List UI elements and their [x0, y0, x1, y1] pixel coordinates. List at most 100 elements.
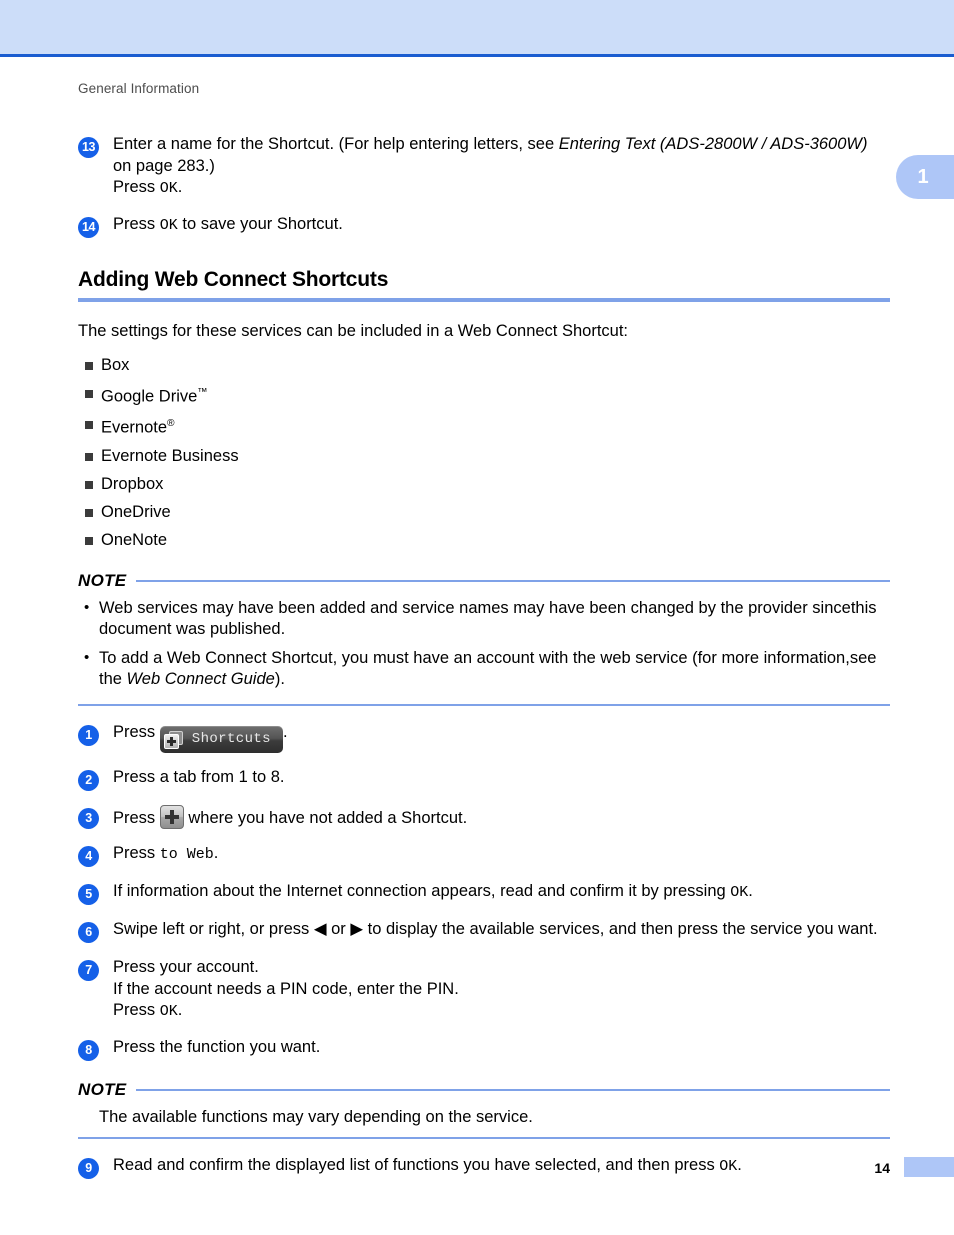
text-run: If the account needs a PIN code, enter t…: [113, 979, 459, 998]
numbered-step: 13 Enter a name for the Shortcut. (For he…: [78, 134, 890, 200]
service-name: Dropbox: [101, 474, 164, 493]
lcd-key-text: OK: [159, 1003, 178, 1020]
text-line: Web services may have been added and ser…: [99, 599, 851, 617]
note-one-rule: [136, 579, 890, 582]
chapter-tab-number: 1: [917, 165, 929, 188]
shortcuts-button[interactable]: Shortcuts: [159, 725, 283, 753]
step-body: Press Shortcuts.: [113, 722, 890, 753]
lcd-key-text: OK: [159, 180, 178, 197]
registered-trademark-icon: ®: [167, 418, 175, 429]
text-run: .: [177, 178, 183, 196]
numbered-step: 14 Press OK to save your Shortcut.: [78, 214, 890, 238]
text-run: to save your Shortcut.: [177, 214, 343, 233]
step-body: Press the function you want.: [113, 1037, 890, 1059]
text-run: .: [282, 722, 288, 741]
text-line: If information about the Internet connec…: [113, 881, 890, 904]
numbered-step: 6 Swipe left or right, or press ◀ or ▶ to…: [78, 919, 890, 943]
text-line: Press OK to save your Shortcut.: [113, 214, 890, 237]
text-line: Press Shortcuts.: [113, 722, 890, 753]
text-run: .: [737, 1156, 742, 1174]
text-line: Read and confirm the displayed list of f…: [113, 1155, 890, 1178]
text-line: Enter a name for the Shortcut. (For help…: [113, 134, 890, 156]
text-run: Enter a name for the Shortcut. (For help…: [113, 135, 559, 153]
page-content: 1 3 Enter a name for the Shortcut. (For he…: [78, 0, 890, 1193]
numbered-step: 1 Press Shortcuts.: [78, 722, 890, 753]
page-number: 14: [874, 1160, 890, 1176]
text-run: to display the available services, and t…: [363, 920, 878, 938]
steps-group-tail: 9 Read and confirm the displayed list of …: [78, 1155, 890, 1179]
list-item: Evernote Business: [78, 442, 890, 470]
square-bullet-icon: [85, 452, 93, 461]
text-run: Web services may have been added and ser…: [99, 598, 851, 617]
service-list: Box Google Drive™ Evernote® Evernote Busine…: [78, 351, 890, 554]
text-run: If information about the Internet connec…: [113, 882, 731, 900]
section-intro: The settings for these services can be i…: [78, 321, 628, 340]
step-body: Press OK to save your Shortcut.: [113, 214, 890, 237]
step-number-badge: 5: [78, 884, 99, 905]
step-number-badge: 1: [78, 724, 99, 746]
square-bullet-icon: [85, 480, 93, 489]
text-run: Press: [113, 808, 160, 827]
text-line: Press the function you want.: [113, 1037, 890, 1059]
list-item: Dropbox: [78, 470, 890, 498]
lcd-key-text: OK: [159, 216, 178, 234]
text-run: Swipe left or right, or press: [113, 920, 314, 938]
service-name: OneNote: [101, 530, 168, 549]
note-one-header: NOTE: [78, 569, 890, 593]
note-two-rule: [136, 1088, 890, 1091]
steps-group-main: 1 Press Shortcuts. 2 Press a tab from 1 to …: [78, 722, 890, 1061]
numbered-step: 2 Press a tab from 1 to 8.: [78, 767, 890, 791]
square-bullet-icon: [85, 421, 93, 429]
text-line: Press your account.: [113, 957, 890, 979]
text-run: Press: [113, 722, 160, 741]
arrow-glyph: ▶: [350, 920, 364, 938]
note-one-label: NOTE: [78, 570, 127, 590]
step-number-badge: 3: [78, 807, 99, 829]
text-line: on page 283.): [113, 156, 890, 178]
numbered-step: 5 If information about the Internet conne…: [78, 881, 890, 905]
list-item: Evernote®: [78, 410, 890, 442]
lcd-key-text: OK: [730, 884, 749, 901]
text-run: Press your account.: [113, 958, 259, 976]
text-run: Press the function you want.: [113, 1037, 321, 1056]
step-number-badge: 14: [78, 216, 99, 238]
text-run: ).: [274, 670, 285, 688]
step-body: Press to Web.: [113, 843, 890, 866]
step-number-badge: 4: [78, 846, 99, 867]
service-name: Evernote Business: [101, 446, 239, 465]
step-number-badge: 8: [78, 1039, 99, 1061]
numbered-step: 9 Read and confirm the displayed list of …: [78, 1155, 890, 1179]
footer-bar: [904, 1157, 954, 1177]
service-name: Evernote: [101, 418, 168, 437]
step-body: Press your account. If the account needs …: [113, 957, 890, 1023]
step-number-badge: 9: [78, 1158, 99, 1179]
text-line: Press OK.: [113, 1000, 890, 1023]
note-bullet-item: To add a Web Connect Shortcut, you must …: [78, 647, 890, 691]
text-run: Press: [113, 214, 160, 233]
step-number-badge: 2: [78, 769, 99, 791]
text-run: To add a Web Connect Shortcut, you must …: [99, 648, 850, 667]
numbered-step: 3 Press where you have not added a Shortc…: [78, 804, 890, 830]
text-run: Press: [113, 178, 160, 196]
note-two-text: The available functions may vary dependi…: [99, 1107, 533, 1126]
note-two-label: NOTE: [78, 1079, 127, 1099]
text-line: If the account needs a PIN code, enter t…: [113, 979, 890, 1001]
text-run: Press: [113, 844, 160, 862]
list-item: OneDrive: [78, 498, 890, 526]
trademark-icon: ™: [197, 386, 208, 398]
step-body: Press a tab from 1 to 8.: [113, 767, 890, 789]
text-run: Press a tab from 1 to 8.: [113, 767, 285, 786]
step-body: Enter a name for the Shortcut. (For help…: [113, 134, 890, 200]
step-body: Read and confirm the displayed list of f…: [113, 1155, 890, 1178]
note-bullet-item: Web services may have been added and ser…: [78, 597, 890, 641]
text-run: .: [177, 1001, 183, 1019]
text-run: .: [213, 844, 219, 862]
text-run: where you have not added a Shortcut.: [183, 808, 468, 827]
arrow-glyph: ◀: [313, 920, 327, 938]
page-title: Adding Web Connect Shortcuts: [78, 267, 389, 291]
step-body: Swipe left or right, or press ◀ or ▶ to …: [113, 919, 890, 941]
list-item: OneNote: [78, 526, 890, 554]
plus-icon[interactable]: [159, 804, 184, 829]
text-line: Press where you have not added a Shortcu…: [113, 804, 890, 830]
reference-title: Entering Text (ADS-2800W / ADS-3600W): [558, 135, 868, 153]
